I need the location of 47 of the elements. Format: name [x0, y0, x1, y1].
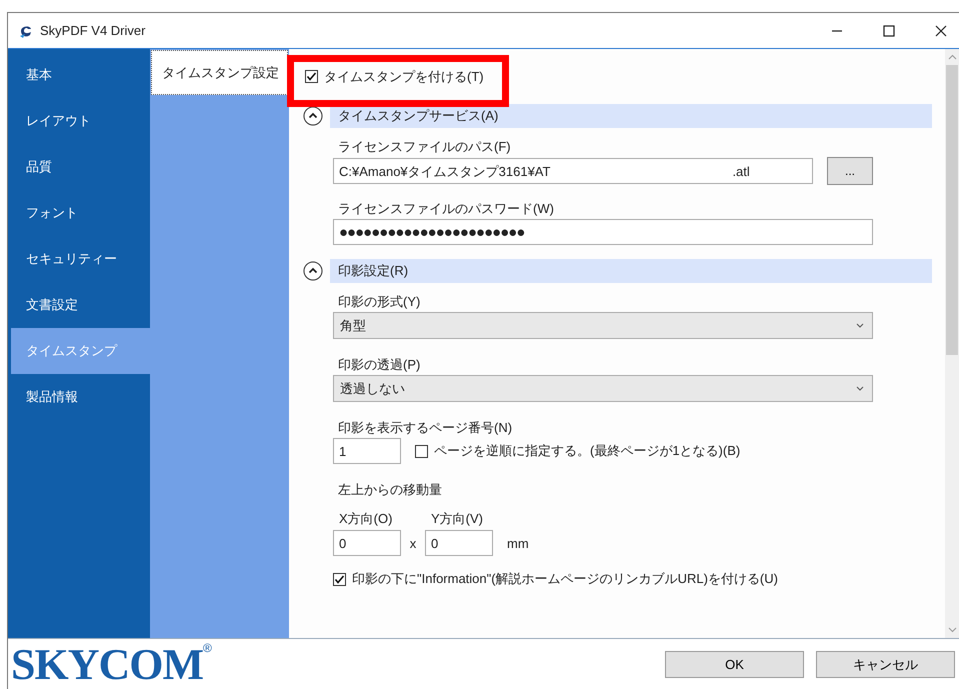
- sidebar-item[interactable]: 品質: [8, 144, 150, 190]
- registered-mark: ®: [203, 641, 212, 655]
- checkbox-label: タイムスタンプを付ける(T): [324, 68, 484, 86]
- field-label: 左上からの移動量: [337, 481, 443, 499]
- field-label: ライセンスファイルのパスワード(W): [337, 200, 555, 218]
- sidebar-item[interactable]: フォント: [8, 190, 150, 236]
- separator-label: x: [408, 536, 418, 550]
- section-header: 印影設定(R): [330, 259, 932, 283]
- checkbox-checked[interactable]: [305, 70, 318, 83]
- field-label: ライセンスファイルのパス(F): [337, 138, 512, 156]
- checkbox-label: ページを逆順に指定する。(最終ページが1となる)(B): [434, 442, 740, 460]
- field-label: 印影の透過(P): [337, 356, 422, 374]
- window-title: SkyPDF V4 Driver: [40, 23, 146, 38]
- y-offset-field[interactable]: 0: [425, 530, 493, 556]
- sidebar-item[interactable]: レイアウト: [8, 98, 150, 144]
- field-label: X方向(O): [338, 510, 394, 528]
- page-number-field[interactable]: 1: [333, 438, 401, 464]
- scrollbar-thumb[interactable]: [946, 65, 958, 355]
- scrollbar[interactable]: [945, 49, 959, 638]
- dropdown[interactable]: 角型: [333, 312, 873, 339]
- section-header: タイムスタンプサービス(A): [330, 104, 932, 128]
- checkbox[interactable]: [415, 444, 428, 458]
- password-field[interactable]: ●●●●●●●●●●●●●●●●●●●●●●●: [333, 219, 873, 245]
- checkbox-label: 印影の下に"Information"(解説ホームページのリンカブルURL)を付ける(U): [352, 570, 778, 588]
- close-icon[interactable]: [935, 24, 947, 36]
- collapse-icon[interactable]: [303, 261, 323, 281]
- dropdown[interactable]: 透過しない: [333, 375, 873, 402]
- collapse-icon[interactable]: [303, 106, 323, 126]
- field-label: Y方向(V): [431, 510, 483, 528]
- checkbox-checked[interactable]: [333, 572, 346, 586]
- chevron-down-icon: [856, 323, 864, 328]
- chevron-down-icon: [856, 386, 864, 391]
- maximize-icon[interactable]: [883, 24, 895, 36]
- unit-label: mm: [507, 536, 529, 550]
- path-field[interactable]: C:¥Amano¥タイムスタンプ3161¥AT .atl: [333, 158, 813, 184]
- cancel-button[interactable]: キャンセル: [816, 651, 955, 678]
- x-offset-field[interactable]: 0: [333, 530, 401, 556]
- sidebar-item[interactable]: 基本: [8, 52, 150, 98]
- sidebar-item[interactable]: セキュリティー: [8, 236, 150, 282]
- sidebar-item[interactable]: 製品情報: [8, 374, 150, 420]
- field-label: 印影を表示するページ番号(N): [337, 419, 514, 437]
- company-logo: SKYCOM: [11, 639, 203, 689]
- subnav-tab[interactable]: タイムスタンプ設定: [151, 50, 288, 95]
- ok-button[interactable]: OK: [665, 651, 804, 678]
- sidebar-item[interactable]: 文書設定: [8, 282, 150, 328]
- field-label: 印影の形式(Y): [337, 293, 422, 311]
- browse-button[interactable]: ...: [827, 157, 873, 185]
